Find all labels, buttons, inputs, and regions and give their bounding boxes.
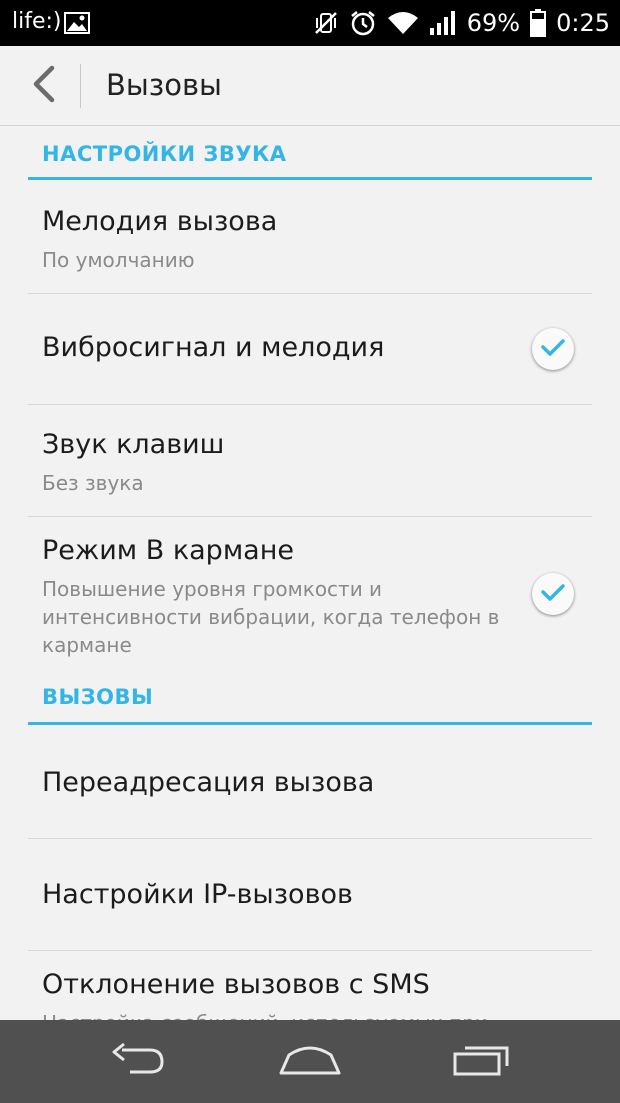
vibrate-ring-checkbox[interactable] bbox=[532, 328, 574, 370]
setting-call-forwarding[interactable]: Переадресация вызова bbox=[28, 727, 592, 839]
chevron-left-icon bbox=[30, 64, 58, 108]
battery-percent: 69% bbox=[466, 9, 521, 37]
page-title: Вызовы bbox=[106, 68, 222, 102]
setting-subtitle: По умолчанию bbox=[42, 248, 195, 272]
home-nav-icon bbox=[277, 1043, 343, 1081]
alarm-icon bbox=[349, 9, 377, 37]
setting-title: Звук клавиш bbox=[42, 429, 225, 460]
setting-title: Отклонение вызовов с SMS bbox=[42, 969, 430, 1000]
back-button[interactable] bbox=[22, 62, 66, 110]
setting-ringtone[interactable]: Мелодия вызова По умолчанию bbox=[28, 182, 592, 294]
setting-subtitle: Без звука bbox=[42, 471, 144, 495]
settings-list[interactable]: НАСТРОЙКИ ЗВУКА Мелодия вызова По умолча… bbox=[0, 126, 620, 1020]
carrier-name: life:) bbox=[12, 9, 62, 34]
clock: 0:25 bbox=[556, 9, 610, 37]
signal-icon bbox=[429, 10, 457, 36]
section-header-sound: НАСТРОЙКИ ЗВУКА bbox=[28, 126, 592, 180]
setting-title: Режим В кармане bbox=[42, 535, 294, 566]
back-nav-icon bbox=[108, 1042, 168, 1082]
setting-reject-sms[interactable]: Отклонение вызовов с SMS Настройка сообщ… bbox=[28, 951, 592, 1020]
nav-back-button[interactable] bbox=[88, 1020, 188, 1103]
recents-nav-icon bbox=[451, 1042, 513, 1082]
image-icon bbox=[64, 12, 90, 38]
action-bar-divider bbox=[80, 64, 81, 108]
battery-icon bbox=[530, 9, 547, 37]
wifi-icon bbox=[387, 10, 419, 36]
setting-subtitle: Повышение уровня громкости и интенсивнос… bbox=[42, 577, 500, 657]
section-title: НАСТРОЙКИ ЗВУКА bbox=[42, 142, 287, 166]
nav-recents-button[interactable] bbox=[432, 1020, 532, 1103]
pocket-mode-checkbox[interactable] bbox=[532, 573, 574, 615]
setting-key-sounds[interactable]: Звук клавиш Без звука bbox=[28, 405, 592, 517]
action-bar: Вызовы bbox=[0, 46, 620, 126]
setting-title: Мелодия вызова bbox=[42, 206, 278, 237]
section-header-calls: ВЫЗОВЫ bbox=[28, 671, 592, 725]
setting-title: Вибросигнал и мелодия bbox=[42, 332, 385, 363]
setting-title: Переадресация вызова bbox=[42, 767, 375, 798]
section-title: ВЫЗОВЫ bbox=[42, 685, 154, 709]
setting-subtitle: Настройка сообщений, используемых при bbox=[42, 1009, 488, 1020]
setting-pocket-mode[interactable]: Режим В кармане Повышение уровня громкос… bbox=[28, 517, 592, 667]
checkmark-icon bbox=[540, 337, 566, 361]
checkmark-icon bbox=[540, 582, 566, 606]
nav-home-button[interactable] bbox=[260, 1020, 360, 1103]
navigation-bar bbox=[0, 1020, 620, 1103]
setting-ip-calls[interactable]: Настройки IP-вызовов bbox=[28, 839, 592, 951]
status-bar: life:) 69% 0:25 bbox=[0, 0, 620, 46]
setting-vibrate-ring[interactable]: Вибросигнал и мелодия bbox=[28, 294, 592, 405]
setting-title: Настройки IP-вызовов bbox=[42, 879, 353, 910]
vibrate-off-icon bbox=[313, 10, 339, 36]
